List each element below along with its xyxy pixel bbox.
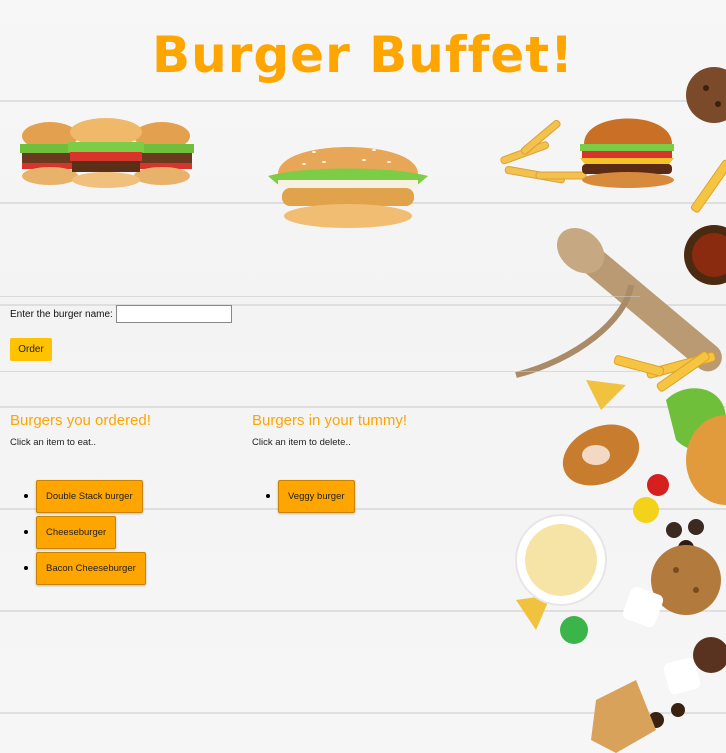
list-item: Veggy burger: [265, 480, 407, 513]
tummy-list: Veggy burger: [252, 480, 407, 513]
tummy-hint: Click an item to delete..: [252, 437, 351, 448]
burger-name-label: Enter the burger name:: [10, 308, 113, 320]
cheeseburger-fries-image: [500, 118, 674, 188]
ordered-heading: Burgers you ordered!: [10, 412, 151, 429]
tummy-heading: Burgers in your tummy!: [252, 412, 408, 429]
page: Burger Buffet! Enter the burger name: Or…: [0, 0, 726, 753]
burger-name-input[interactable]: [115, 305, 232, 323]
ordered-section: Burgers you ordered! Click an item to ea…: [10, 412, 151, 588]
order-form: Enter the burger name:: [10, 305, 232, 323]
divider: [0, 296, 640, 297]
list-item: Bacon Cheeseburger: [24, 552, 151, 585]
order-button[interactable]: Order: [10, 338, 52, 361]
page-title: Burger Buffet!: [152, 26, 574, 84]
burger-trio-image: [20, 118, 194, 188]
divider: [0, 371, 640, 372]
list-item: Double Stack burger: [24, 480, 151, 513]
delete-burger-button[interactable]: Veggy burger: [278, 480, 355, 513]
eat-burger-button[interactable]: Bacon Cheeseburger: [36, 552, 146, 585]
eat-burger-button[interactable]: Cheeseburger: [36, 516, 117, 549]
ordered-list: Double Stack burger Cheeseburger Bacon C…: [10, 480, 151, 585]
chicken-burger-image: [268, 143, 428, 228]
food-decoration-image: [515, 67, 726, 753]
list-item: Cheeseburger: [24, 516, 151, 549]
eat-burger-button[interactable]: Double Stack burger: [36, 480, 143, 513]
tummy-section: Burgers in your tummy! Click an item to …: [252, 412, 407, 516]
ordered-hint: Click an item to eat..: [10, 437, 97, 448]
